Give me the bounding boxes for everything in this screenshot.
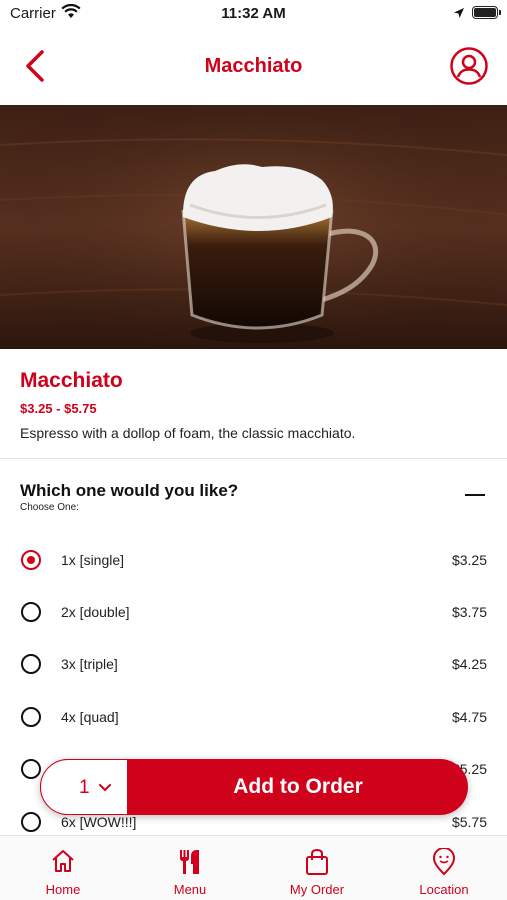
option-label: 3x [triple] (61, 656, 118, 672)
macchiato-cup-photo (0, 105, 507, 349)
radio-button[interactable] (21, 654, 41, 674)
tab-label: Menu (173, 882, 207, 897)
option-label: 1x [single] (61, 552, 125, 568)
radio-button[interactable] (21, 812, 41, 832)
chevron-down-icon (99, 784, 111, 792)
add-to-order-button[interactable]: Add to Order (128, 759, 468, 815)
tab-label: Location (419, 882, 469, 897)
option-price: $3.25 (451, 552, 487, 568)
radio-selected[interactable] (21, 550, 41, 570)
item-name: Macchiato (20, 369, 123, 392)
radio-button[interactable] (21, 602, 41, 622)
option-row[interactable]: 4x [quad] $4.75 (0, 692, 507, 744)
option-label: 4x [quad] (61, 709, 119, 725)
home-icon (52, 850, 74, 872)
tab-label: My Order (289, 882, 345, 897)
clock: 11:32 AM (221, 5, 286, 22)
option-price: $4.25 (451, 656, 487, 672)
item-description: Espresso with a dollop of foam, the clas… (20, 425, 356, 441)
options-subtitle: Choose One: (20, 502, 79, 513)
order-bar: 1 Add to Order (40, 759, 468, 815)
location-arrow-icon (454, 8, 464, 18)
options-title: Which one would you like? (20, 481, 239, 500)
nav-bar: Macchiato (0, 28, 507, 105)
tab-menu[interactable]: Menu (127, 836, 253, 900)
radio-button[interactable] (21, 759, 41, 779)
option-label: 2x [double] (61, 604, 130, 620)
tab-location[interactable]: Location (381, 836, 507, 900)
option-row[interactable]: 3x [triple] $4.25 (0, 639, 507, 691)
page-title: Macchiato (204, 55, 303, 77)
status-bar: Carrier 11:32 AM (0, 0, 507, 28)
hero-image (0, 105, 507, 349)
tab-label: Home (45, 882, 81, 897)
option-price: $4.75 (451, 709, 487, 725)
quantity-selector[interactable]: 1 (40, 759, 128, 815)
radio-button[interactable] (21, 707, 41, 727)
quantity-value: 1 (79, 777, 90, 798)
item-price-range: $3.25 - $5.75 (20, 401, 97, 416)
location-pin-icon (432, 847, 456, 876)
tab-bar: Home Menu My Order Location (0, 835, 507, 900)
tab-my-order[interactable]: My Order (254, 836, 380, 900)
collapse-icon[interactable] (465, 494, 485, 496)
fork-knife-icon (180, 850, 199, 874)
tab-home[interactable]: Home (0, 836, 126, 900)
option-row[interactable]: 1x [single] $3.25 (0, 535, 507, 587)
profile-icon[interactable] (449, 46, 489, 86)
item-info: Macchiato $3.25 - $5.75 Espresso with a … (0, 349, 507, 459)
battery-icon (472, 6, 501, 19)
option-price: $3.75 (451, 604, 487, 620)
option-label: 6x [WOW!!!] (61, 814, 137, 830)
option-price: $5.75 (451, 814, 487, 830)
shopping-bag-icon (306, 848, 328, 875)
option-row[interactable]: 2x [double] $3.75 (0, 587, 507, 639)
